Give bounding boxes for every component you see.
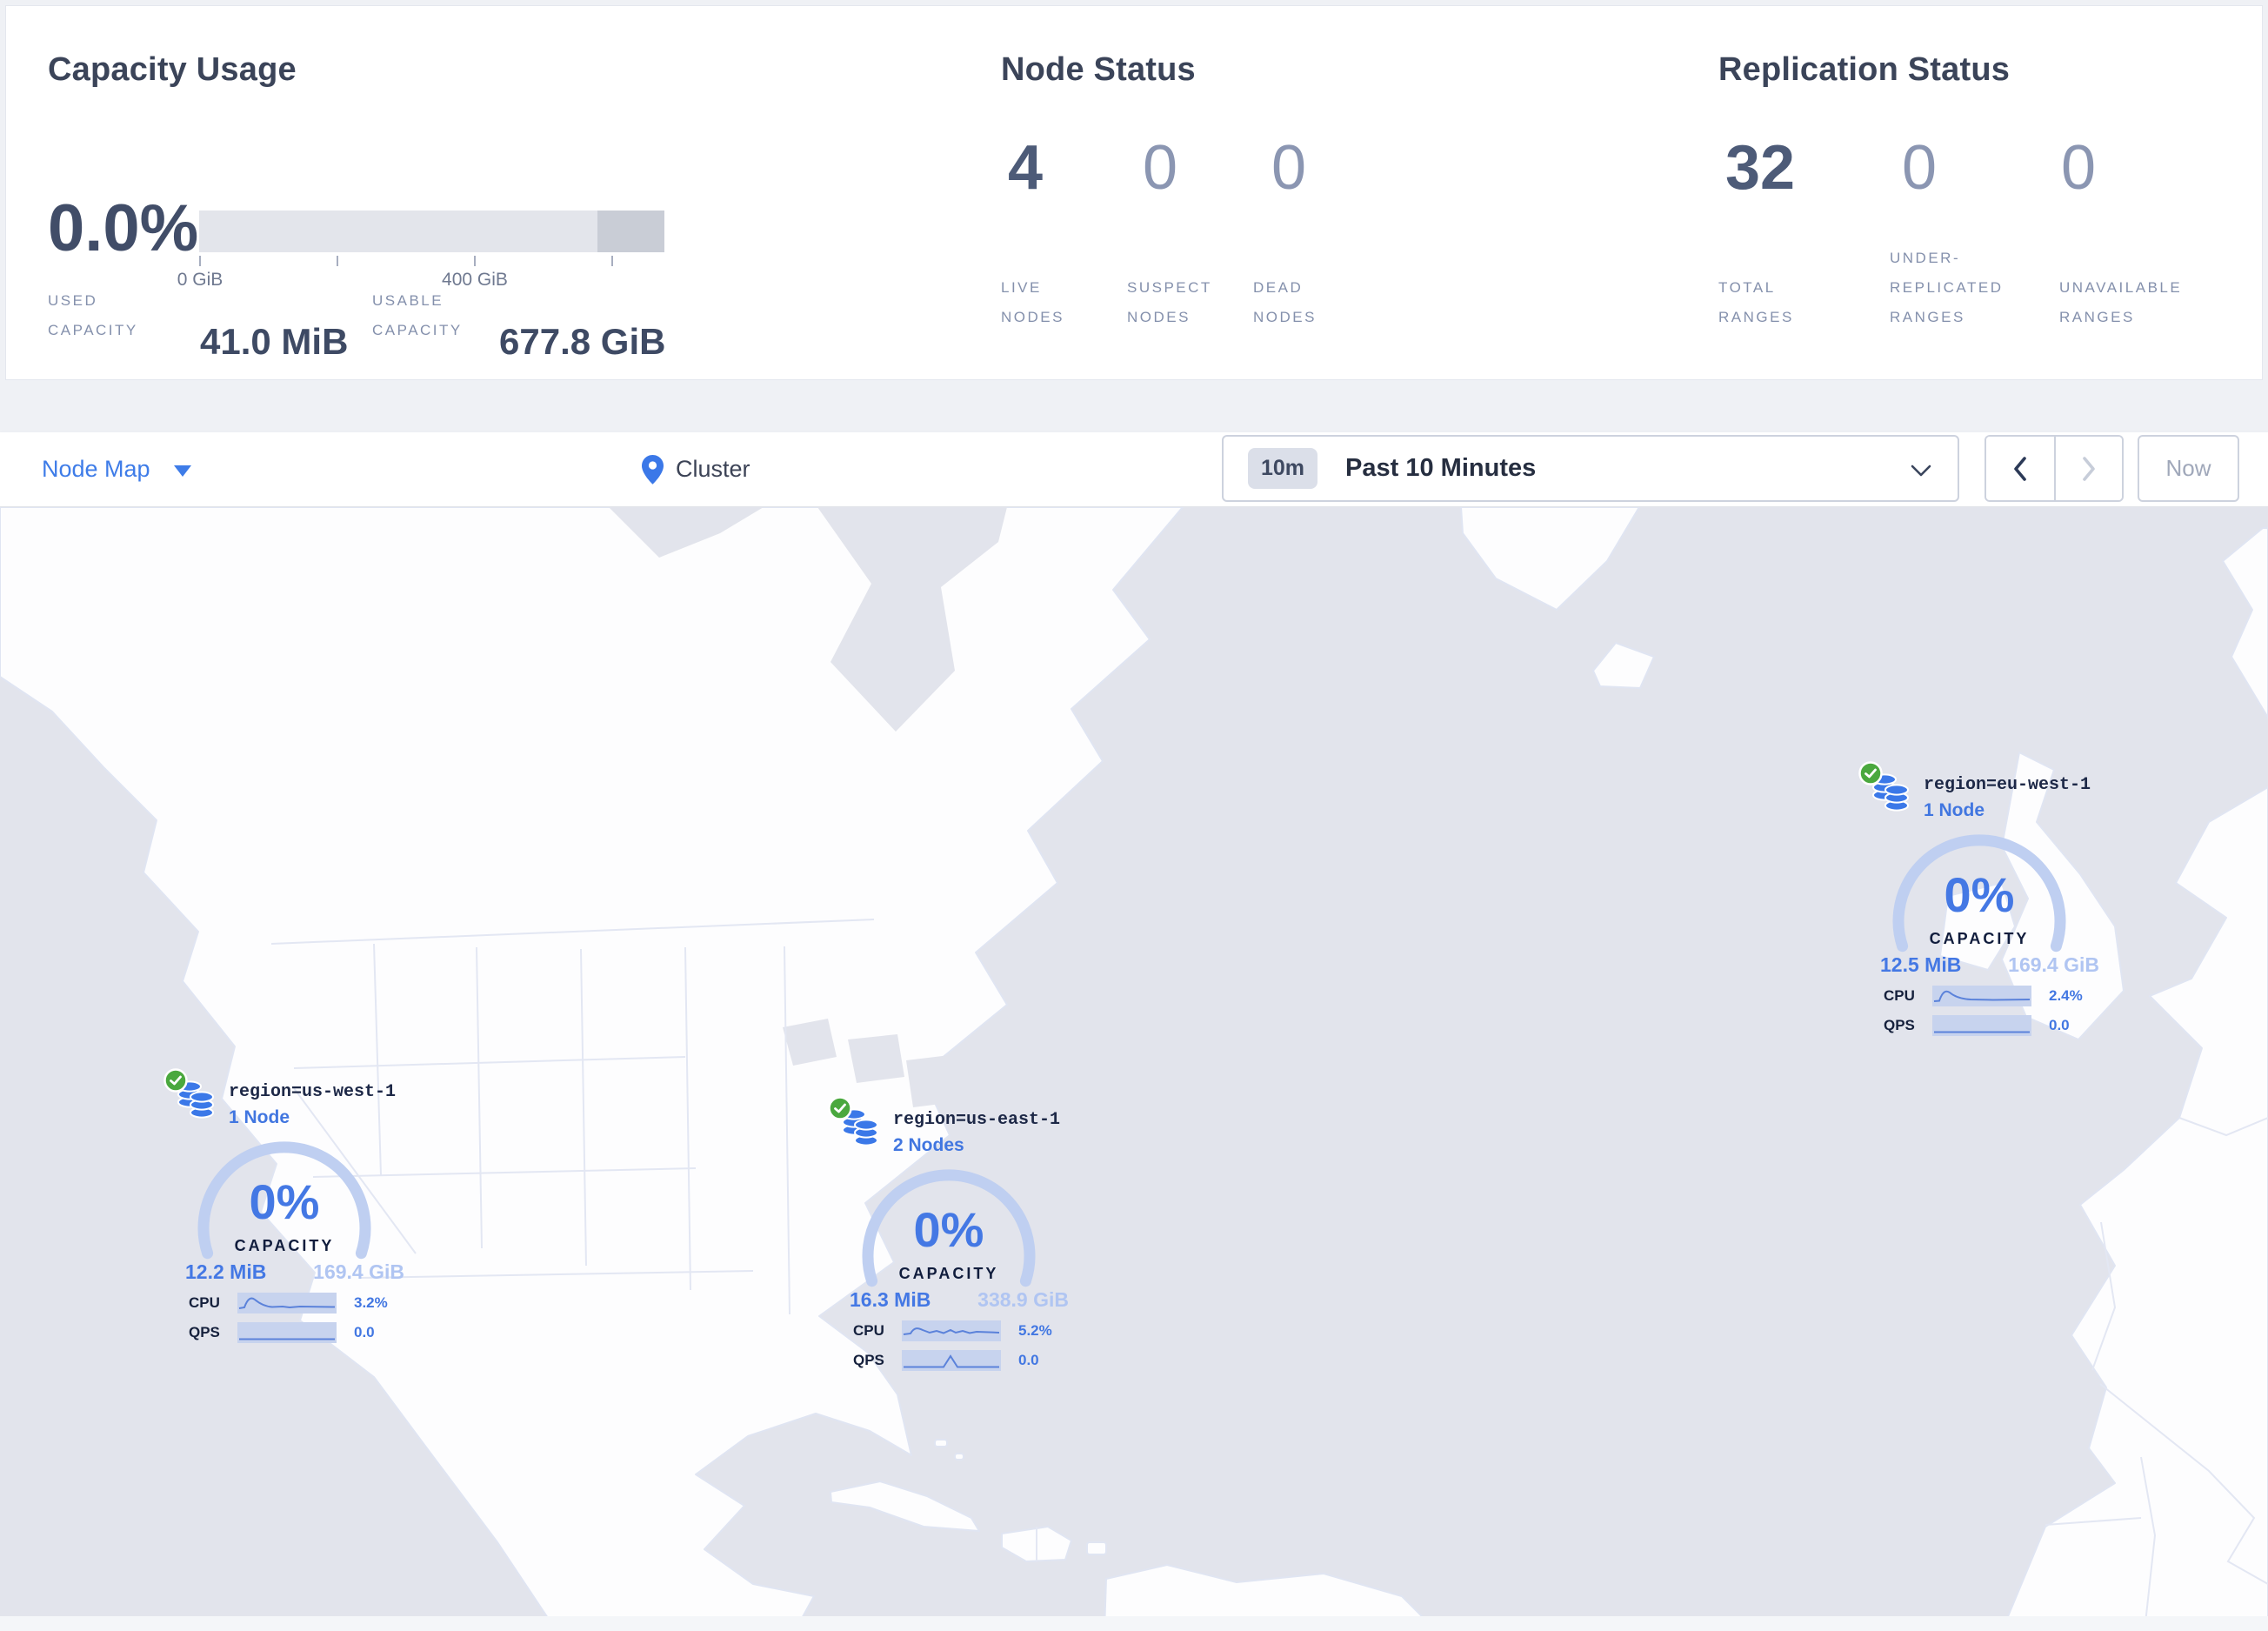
usable-capacity: 169.4 GiB [2008,953,2099,976]
cpu-label: CPU [189,1294,220,1311]
suspect-nodes-count: 0 [1143,133,1178,203]
section-title: Capacity Usage [48,51,297,88]
qps-sparkline [1932,1015,2031,1036]
region-marker-eu-west-1[interactable]: region=eu-west-1 1 Node 0% CAPACITY 12.5… [1858,761,2111,1050]
chevron-down-icon [1911,465,1931,477]
cpu-value: 5.2% [1018,1322,1052,1339]
time-window-label: Past 10 Minutes [1345,454,1537,482]
capacity-values: 16.3 MiB 338.9 GiB [850,1288,1069,1312]
next-time-button[interactable] [2054,437,2122,500]
region-name: region=us-east-1 [893,1110,1061,1130]
dead-nodes-label: DEAD NODES [1253,279,1317,325]
region-name: region=eu-west-1 [1924,775,2091,795]
map-bottom-strip [0,1616,2268,1631]
qps-label: QPS [189,1324,220,1340]
cpu-row: CPU 3.2% [189,1293,388,1313]
live-nodes-label: LIVE NODES [1001,279,1064,325]
axis-tick [199,256,201,266]
suspect-nodes-label: SUSPECT NODES [1127,279,1212,325]
qps-label: QPS [853,1352,884,1368]
dead-nodes-count: 0 [1271,133,1307,203]
view-selector-dropdown[interactable]: Node Map [42,432,191,506]
location-pin-icon [642,454,664,485]
time-window-dropdown[interactable]: 10m Past 10 Minutes [1222,435,1959,502]
node-map: region=us-west-1 1 Node 0% CAPACITY 12.2… [0,507,2268,1631]
breadcrumb[interactable]: Cluster [641,432,750,506]
qps-sparkline [237,1322,337,1343]
unavailable-ranges-label: UNAVAILABLE RANGES [2059,279,2183,325]
cpu-value: 3.2% [354,1294,388,1311]
replication-status-section: Replication Status 32 TOTAL RANGES 0 UND… [1718,6,2240,379]
total-ranges-label: TOTAL RANGES [1718,279,1794,325]
unavailable-ranges-count: 0 [2061,133,2097,203]
under-replicated-ranges-count: 0 [1902,133,1938,203]
prev-time-button[interactable] [1986,437,2054,500]
capacity-percent: 0.0% [48,191,199,265]
cpu-sparkline [1932,986,2031,1006]
capacity-usage-section: Capacity Usage 0.0% 0 GiB 400 GiB USED C… [48,6,952,379]
cpu-value: 2.4% [2049,987,2083,1004]
usable-capacity: 169.4 GiB [313,1260,404,1283]
cpu-label: CPU [1884,987,1915,1004]
caret-down-icon [173,465,191,477]
axis-tick [474,256,476,266]
used-capacity: 12.5 MiB [1880,953,1962,976]
region-node-count: 1 Node [1924,800,1985,820]
capacity-label: CAPACITY [234,1237,335,1254]
healthy-check-icon [163,1068,188,1093]
qps-row: QPS 0.0 [853,1350,1039,1371]
live-nodes-count: 4 [1008,133,1044,203]
usable-capacity-value: 677.8 GiB [499,321,666,362]
capacity-percent: 0% [1944,867,2015,922]
view-selector-label: Node Map [42,456,150,482]
time-window-badge: 10m [1248,448,1318,489]
used-capacity-label: USED CAPACITY [48,292,138,338]
capacity-percent: 0% [913,1202,984,1257]
usable-capacity-label: USABLE CAPACITY [372,292,463,338]
chevron-left-icon [2014,456,2026,481]
region-node-count: 2 Nodes [893,1135,964,1155]
axis-tick [611,256,613,266]
qps-value: 0.0 [354,1324,375,1340]
qps-row: QPS 0.0 [1884,1015,2070,1036]
region-marker-us-west-1[interactable]: region=us-west-1 1 Node 0% CAPACITY 12.2… [163,1068,416,1357]
cpu-row: CPU 2.4% [1884,986,2083,1006]
breadcrumb-label: Cluster [676,456,750,482]
cpu-label: CPU [853,1322,884,1339]
chevron-right-icon [2083,456,2095,481]
under-replicated-ranges-label: UNDER- REPLICATED RANGES [1890,250,2004,325]
capacity-values: 12.2 MiB 169.4 GiB [185,1260,404,1284]
cpu-sparkline [237,1293,337,1313]
used-capacity: 16.3 MiB [850,1288,931,1311]
capacity-bar-reserved-segment [597,211,664,252]
capacity-label: CAPACITY [898,1265,999,1282]
used-capacity-value: 41.0 MiB [200,321,349,362]
cpu-sparkline [902,1320,1001,1341]
used-capacity: 12.2 MiB [185,1260,267,1283]
time-pager [1984,435,2124,502]
now-button[interactable]: Now [2138,435,2239,502]
node-status-section: Node Status 4 LIVE NODES 0 SUSPECT NODES… [1001,6,1679,379]
axis-tick-label: 0 GiB [177,270,223,290]
axis-tick [337,256,338,266]
region-node-count: 1 Node [229,1107,290,1127]
map-toolbar: Node Map Cluster 10m Past 10 Minutes Now [0,432,2268,507]
region-name: region=us-west-1 [229,1082,397,1102]
healthy-check-icon [828,1096,852,1120]
qps-row: QPS 0.0 [189,1322,375,1343]
cpu-row: CPU 5.2% [853,1320,1052,1341]
qps-sparkline [902,1350,1001,1371]
capacity-label: CAPACITY [1929,930,2030,947]
region-marker-us-east-1[interactable]: region=us-east-1 2 Nodes 0% CAPACITY 16.… [828,1096,1080,1385]
cluster-summary-panel: Capacity Usage 0.0% 0 GiB 400 GiB USED C… [5,5,2263,380]
total-ranges-count: 32 [1725,133,1796,203]
qps-value: 0.0 [2049,1017,2070,1033]
healthy-check-icon [1858,761,1883,785]
usable-capacity: 338.9 GiB [977,1288,1069,1311]
qps-label: QPS [1884,1017,1915,1033]
capacity-percent: 0% [249,1174,320,1229]
capacity-values: 12.5 MiB 169.4 GiB [1880,953,2099,977]
qps-value: 0.0 [1018,1352,1039,1368]
capacity-bar [199,211,664,252]
